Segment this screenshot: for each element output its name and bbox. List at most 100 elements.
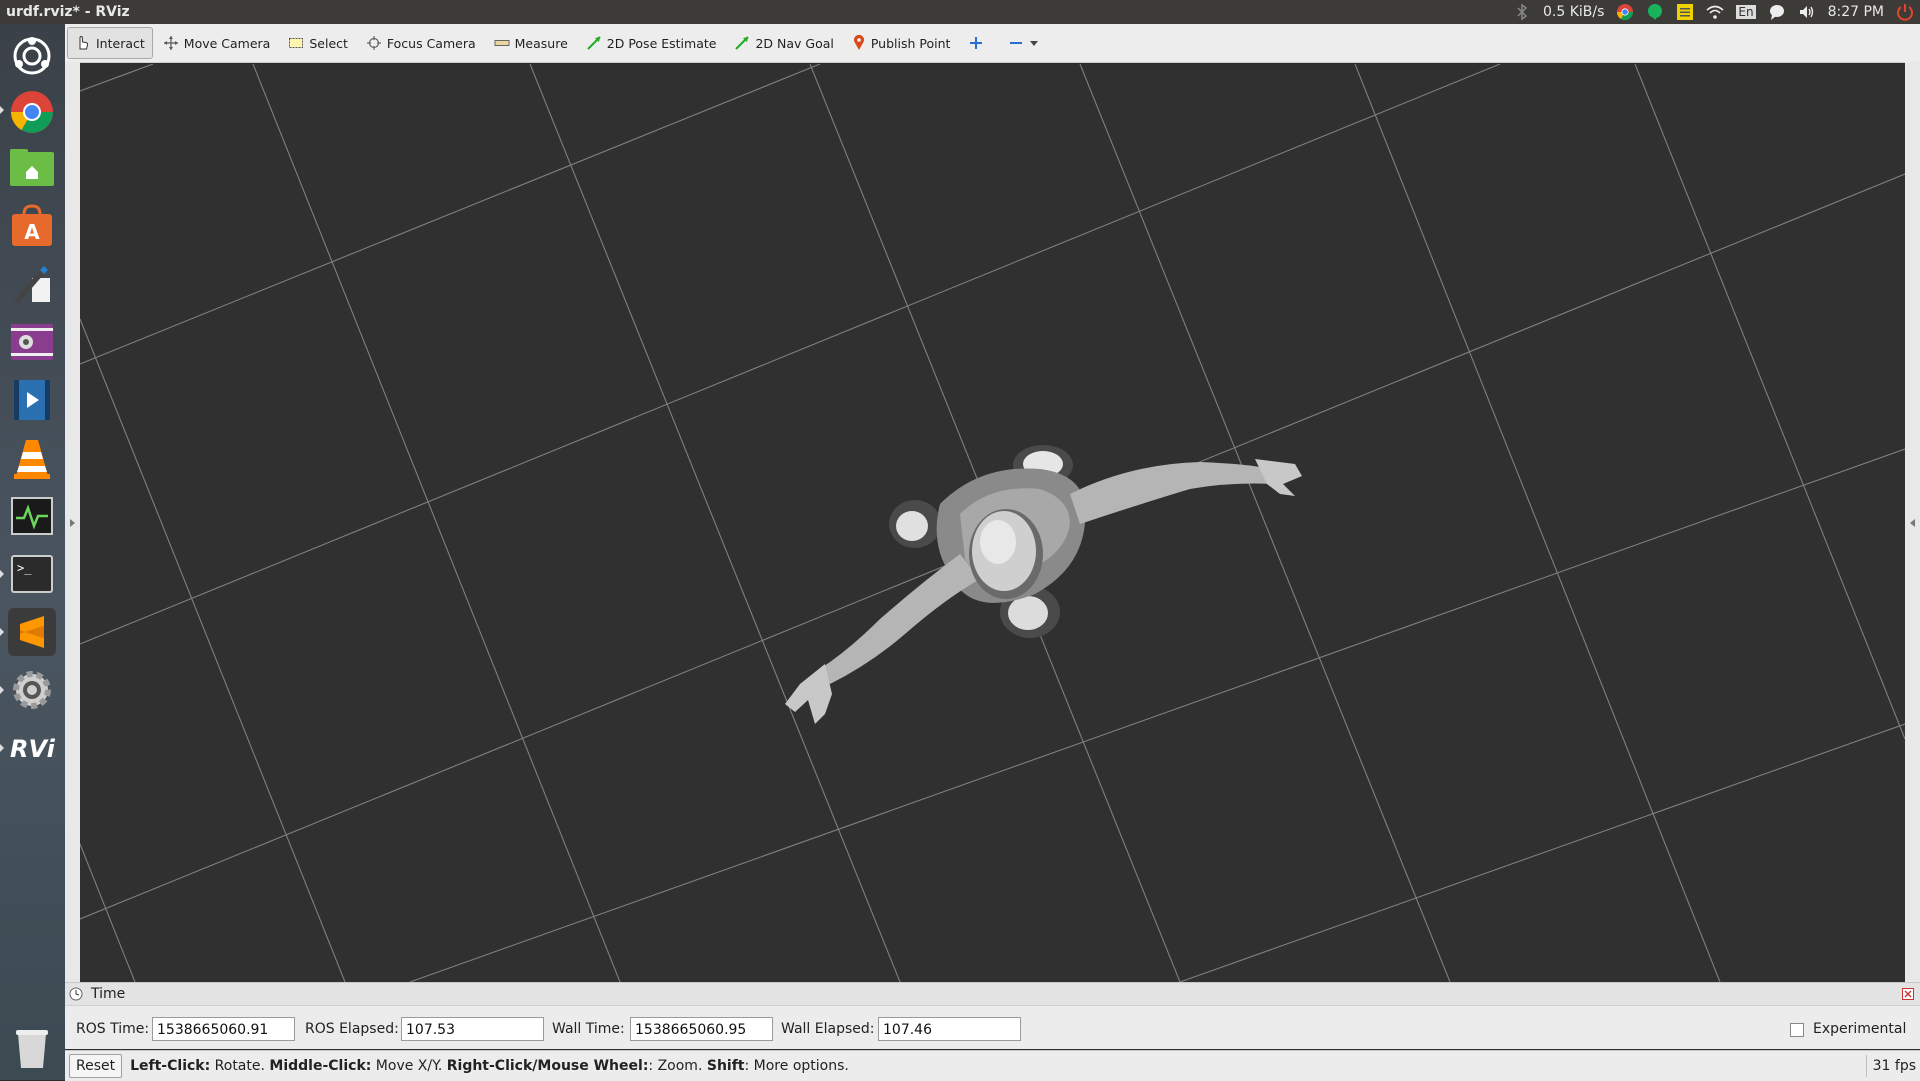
- status-hint: Left-Click: Rotate. Middle-Click: Move X…: [130, 1058, 849, 1074]
- ruler-icon: [494, 40, 510, 46]
- interact-tool[interactable]: Interact: [67, 27, 153, 59]
- nav-goal-label: 2D Nav Goal: [755, 35, 834, 51]
- ros-elapsed-field[interactable]: 107.53: [401, 1017, 544, 1041]
- close-icon[interactable]: [1902, 988, 1914, 1000]
- plus-icon: [970, 37, 983, 49]
- rviz-launcher[interactable]: RViz: [8, 724, 56, 772]
- clock[interactable]: 8:27 PM: [1828, 4, 1884, 20]
- collapse-left-icon: [70, 519, 75, 527]
- select-tool[interactable]: Select: [280, 27, 356, 59]
- add-tool-button[interactable]: [960, 27, 992, 59]
- wall-elapsed-field[interactable]: 107.46: [878, 1017, 1021, 1041]
- ros-elapsed-label: ROS Elapsed:: [305, 1021, 399, 1037]
- text-editor-icon: [14, 266, 50, 304]
- publish-point-tool[interactable]: Publish Point: [844, 27, 959, 59]
- settings-icon: [13, 671, 51, 709]
- files-icon: [10, 149, 54, 186]
- time-panel-title: Time: [91, 986, 126, 1002]
- wall-time-field[interactable]: 1538665060.95: [630, 1017, 773, 1041]
- software-center-icon: A: [12, 204, 52, 246]
- files-launcher[interactable]: [8, 144, 56, 192]
- focus-camera-icon: [366, 36, 381, 50]
- interact-label: Interact: [96, 35, 145, 51]
- svg-text:RViz: RViz: [10, 735, 55, 763]
- green-arrow-icon: [735, 36, 750, 50]
- experimental-label: Experimental: [1813, 1021, 1907, 1037]
- video-launcher[interactable]: [8, 376, 56, 424]
- right-dock-handle[interactable]: [1905, 62, 1920, 982]
- focus-camera-tool[interactable]: Focus Camera: [358, 27, 484, 59]
- chevron-down-icon: [1030, 41, 1039, 46]
- vlc-icon: [14, 440, 50, 479]
- move-camera-icon: [163, 36, 178, 50]
- map-pin-icon: [853, 35, 864, 50]
- settings-launcher[interactable]: [8, 666, 56, 714]
- ros-time-label: ROS Time:: [76, 1021, 150, 1037]
- robot-model[interactable]: [785, 445, 1302, 724]
- video-icon: [14, 380, 50, 420]
- software-center-launcher[interactable]: A: [8, 202, 56, 250]
- screenshot-launcher[interactable]: [8, 318, 56, 366]
- experimental-checkbox[interactable]: [1790, 1023, 1804, 1037]
- left-dock-handle[interactable]: [65, 62, 80, 982]
- chrome-tray-icon[interactable]: [1616, 3, 1634, 21]
- green-status-icon[interactable]: [1646, 3, 1664, 21]
- render-viewport[interactable]: [80, 64, 1905, 982]
- wifi-icon[interactable]: [1706, 3, 1724, 21]
- trash-launcher[interactable]: [8, 1024, 56, 1072]
- top-panel: urdf.rviz* - RViz 0.5 KiB/s En 8:27 PM: [0, 0, 1920, 24]
- status-bar: Reset Left-Click: Rotate. Middle-Click: …: [65, 1050, 1920, 1081]
- vlc-launcher[interactable]: [8, 434, 56, 482]
- wall-elapsed-label: Wall Elapsed:: [781, 1021, 875, 1037]
- terminal-launcher[interactable]: >_: [8, 550, 56, 598]
- reset-button[interactable]: Reset: [69, 1054, 123, 1078]
- chrome-launcher[interactable]: [8, 88, 56, 136]
- running-indicator: [0, 686, 4, 694]
- hint-middle-text: Move X/Y.: [371, 1058, 447, 1074]
- time-panel-header: Time: [65, 983, 1920, 1006]
- system-monitor-launcher[interactable]: [8, 492, 56, 540]
- hint-left-text: Rotate.: [210, 1058, 270, 1074]
- pose-estimate-label: 2D Pose Estimate: [606, 35, 717, 51]
- running-indicator: [0, 106, 4, 114]
- select-icon: [289, 38, 304, 48]
- pose-estimate-tool[interactable]: 2D Pose Estimate: [578, 27, 725, 59]
- move-camera-label: Move Camera: [183, 35, 271, 51]
- clock-icon: [69, 987, 83, 1001]
- running-indicator: [0, 744, 4, 752]
- ros-time-field[interactable]: 1538665060.91: [152, 1017, 295, 1041]
- screenshot-icon: [11, 324, 53, 360]
- keyboard-layout[interactable]: En: [1736, 5, 1756, 19]
- messaging-icon[interactable]: [1768, 3, 1786, 21]
- sublime-text-launcher[interactable]: [8, 608, 56, 656]
- hint-shift-text: : More options.: [744, 1058, 849, 1074]
- dash-button[interactable]: [8, 32, 56, 80]
- svg-text:>_: >_: [17, 561, 32, 575]
- hint-right-text: : Zoom.: [648, 1058, 707, 1074]
- sublime-text-icon: [20, 616, 44, 648]
- terminal-icon: >_: [11, 555, 53, 593]
- trash-icon: [16, 1030, 48, 1068]
- fps-counter: 31 fps: [1865, 1055, 1920, 1077]
- text-editor-launcher[interactable]: [8, 260, 56, 308]
- power-icon[interactable]: [1896, 3, 1914, 21]
- move-camera-tool[interactable]: Move Camera: [155, 27, 279, 59]
- select-label: Select: [309, 35, 348, 51]
- volume-icon[interactable]: [1798, 3, 1816, 21]
- measure-tool[interactable]: Measure: [486, 27, 576, 59]
- network-speed: 0.5 KiB/s: [1542, 4, 1605, 20]
- green-arrow-icon: [587, 36, 601, 50]
- wall-time-label: Wall Time:: [552, 1021, 625, 1037]
- hint-left-key: Left-Click:: [130, 1058, 211, 1074]
- notes-icon[interactable]: [1676, 3, 1694, 21]
- rviz-icon: RViz: [10, 735, 55, 763]
- system-tray: 0.5 KiB/s En 8:27 PM: [1513, 0, 1920, 24]
- bluetooth-icon[interactable]: [1513, 3, 1531, 21]
- nav-goal-tool[interactable]: 2D Nav Goal: [726, 27, 841, 59]
- window-title: urdf.rviz* - RViz: [6, 4, 130, 20]
- chrome-icon: [11, 91, 53, 133]
- measure-label: Measure: [514, 35, 568, 51]
- grid-display: [80, 64, 1905, 982]
- remove-tool-button[interactable]: [1000, 27, 1047, 59]
- hint-middle-key: Middle-Click:: [269, 1058, 372, 1074]
